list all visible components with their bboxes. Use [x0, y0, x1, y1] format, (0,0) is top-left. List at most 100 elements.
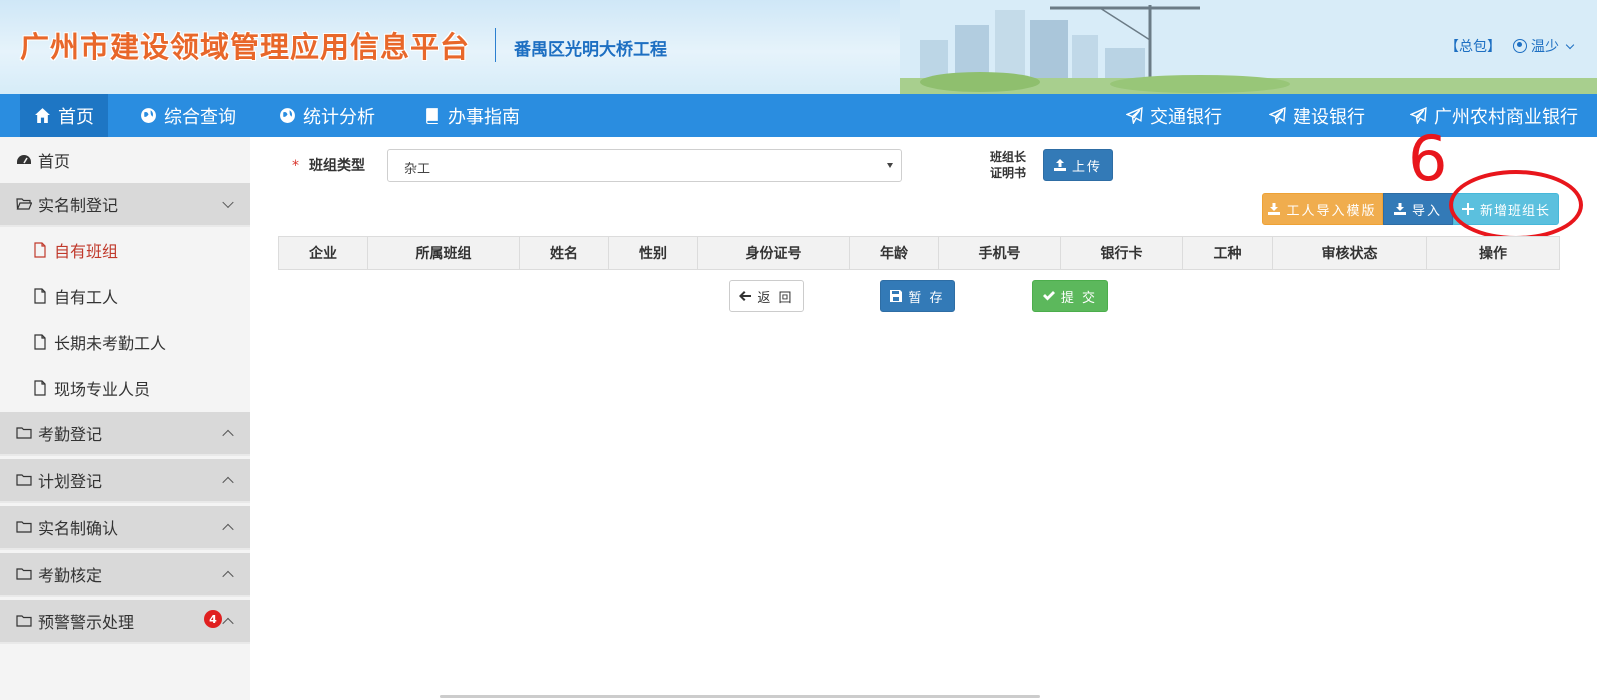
worker-import-template-button[interactable]: 工人导入模版: [1262, 193, 1383, 225]
nav-query-label: 综合查询: [164, 106, 236, 128]
send-icon: [1269, 107, 1286, 124]
team-table-header: 企业 所属班组 姓名 性别 身份证号 年龄 手机号 银行卡 工种 审核状态 操作: [278, 236, 1560, 270]
dashboard-icon: [17, 155, 31, 164]
nav-guide[interactable]: 办事指南: [410, 94, 534, 137]
sidebar-group-attendance-register[interactable]: 考勤登记: [0, 412, 250, 456]
nav-bank-ccb-label: 建设银行: [1293, 106, 1365, 128]
sidebar-item-long-absent-workers[interactable]: 长期未考勤工人: [0, 319, 250, 365]
sidebar-group-realname-register[interactable]: 实名制登记: [0, 183, 250, 227]
chevron-up-icon: [222, 429, 234, 442]
chevron-up-icon: [222, 523, 234, 536]
column-header: 工种: [1183, 237, 1273, 269]
book-icon: [426, 108, 438, 124]
chevron-down-icon: [222, 196, 234, 209]
column-header: 手机号: [939, 237, 1061, 269]
file-icon: [34, 380, 46, 396]
nav-stats-label: 统计分析: [303, 106, 375, 128]
sidebar-item-label: 自有班组: [54, 242, 119, 261]
arrow-left-icon: [739, 291, 752, 301]
horizontal-scrollbar[interactable]: [440, 695, 1040, 698]
user-area: 【总包】 温少: [1445, 36, 1575, 56]
submit-button[interactable]: 提 交: [1032, 280, 1108, 312]
annotation-highlight-ellipse: [1449, 170, 1583, 240]
sidebar-item-site-professionals[interactable]: 现场专业人员: [0, 365, 250, 411]
sidebar-group-warning-handling[interactable]: 预警警示处理 4: [0, 600, 250, 644]
upload-button-label: 上传: [1071, 159, 1102, 175]
sidebar-group-label: 计划登记: [38, 472, 103, 491]
template-button-label: 工人导入模版: [1286, 203, 1377, 219]
nav-bank-bocom-label: 交通银行: [1150, 106, 1222, 128]
required-mark: *: [292, 158, 299, 174]
sidebar-group-plan-register[interactable]: 计划登记: [0, 459, 250, 503]
save-button-label: 暂 存: [908, 290, 945, 306]
role-label[interactable]: 【总包】: [1445, 36, 1501, 56]
main-navbar: 首页 综合查询 统计分析 办事指南 交通银行 建设银行 广州农村商业银行: [0, 94, 1597, 137]
sidebar: 首页 实名制登记 自有班组 自有工人 长期未考勤工人 现场专业人员 考勤登记 计…: [0, 137, 250, 700]
sidebar-group-realname-confirm[interactable]: 实名制确认: [0, 506, 250, 550]
sidebar-item-label: 首页: [38, 152, 71, 171]
upload-button[interactable]: 上传: [1043, 149, 1113, 181]
sidebar-item-home[interactable]: 首页: [0, 137, 250, 183]
download-icon: [1393, 203, 1406, 215]
nav-query[interactable]: 综合查询: [126, 94, 250, 137]
file-icon: [34, 334, 46, 350]
sidebar-group-label: 考勤登记: [38, 425, 103, 444]
platform-title: 广州市建设领域管理应用信息平台: [20, 30, 471, 64]
team-type-value: 杂工: [404, 162, 431, 177]
file-icon: [34, 242, 46, 258]
user-menu[interactable]: 温少: [1513, 36, 1575, 56]
chevron-up-icon: [222, 617, 234, 630]
chevron-up-icon: [222, 570, 234, 583]
folder-open-icon: [16, 198, 32, 210]
sidebar-item-own-team[interactable]: 自有班组: [0, 227, 250, 273]
upload-icon: [1053, 159, 1066, 171]
leader-cert-label: 班组长 证明书: [985, 149, 1031, 181]
nav-bank-grcb-label: 广州农村商业银行: [1434, 106, 1578, 128]
column-header: 银行卡: [1061, 237, 1183, 269]
column-header: 操作: [1479, 246, 1507, 262]
nav-stats[interactable]: 统计分析: [265, 94, 389, 137]
nav-bank-bocom[interactable]: 交通银行: [1112, 94, 1236, 137]
back-button[interactable]: 返 回: [729, 280, 804, 312]
user-name: 温少: [1531, 39, 1559, 55]
sidebar-item-label: 现场专业人员: [54, 380, 151, 399]
save-draft-button[interactable]: 暂 存: [880, 280, 955, 312]
column-header: 姓名: [520, 237, 609, 269]
team-type-select[interactable]: 杂工: [387, 149, 902, 182]
sidebar-item-label: 长期未考勤工人: [54, 334, 167, 353]
sidebar-group-label: 预警警示处理: [38, 613, 135, 632]
send-icon: [1126, 107, 1143, 124]
title-divider: [495, 28, 496, 62]
back-button-label: 返 回: [757, 290, 794, 306]
column-header: 审核状态: [1273, 237, 1427, 269]
sidebar-group-label: 考勤核定: [38, 566, 103, 585]
sidebar-group-label: 实名制登记: [38, 196, 119, 215]
column-header: 年龄: [850, 237, 939, 269]
globe-icon: [141, 108, 156, 123]
header-banner: 广州市建设领域管理应用信息平台 番禺区光明大桥工程 【总包】 温少: [0, 0, 1597, 94]
check-icon: [1042, 291, 1055, 301]
globe-icon: [280, 108, 295, 123]
sidebar-group-label: 实名制确认: [38, 519, 119, 538]
folder-icon: [16, 615, 32, 627]
column-header: 身份证号: [698, 237, 850, 269]
import-button-label: 导入: [1411, 203, 1442, 219]
chevron-up-icon: [222, 476, 234, 489]
import-button[interactable]: 导入: [1383, 193, 1453, 225]
sidebar-group-attendance-verify[interactable]: 考勤核定: [0, 553, 250, 597]
chevron-down-icon: [1565, 40, 1575, 49]
nav-home[interactable]: 首页: [20, 94, 108, 137]
leader-cert-label-line2: 证明书: [989, 166, 1026, 180]
sidebar-item-own-workers[interactable]: 自有工人: [0, 273, 250, 319]
nav-home-label: 首页: [58, 106, 94, 128]
leader-cert-label-line1: 班组长: [989, 150, 1026, 164]
nav-bank-ccb[interactable]: 建设银行: [1255, 94, 1379, 137]
folder-icon: [16, 427, 32, 439]
nav-guide-label: 办事指南: [448, 106, 520, 128]
file-icon: [34, 288, 46, 304]
team-type-label: 班组类型: [309, 158, 365, 174]
folder-icon: [16, 521, 32, 533]
sidebar-item-label: 自有工人: [54, 288, 119, 307]
annotation-step-number: 6: [1408, 122, 1448, 195]
project-name: 番禺区光明大桥工程: [514, 40, 667, 60]
